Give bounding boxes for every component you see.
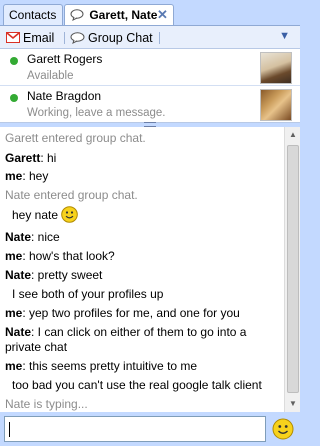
chat-transcript: Garett entered group chat. Garett: hi me… xyxy=(0,127,284,412)
sender-name: me xyxy=(5,249,23,263)
scroll-thumb[interactable] xyxy=(287,145,299,393)
tab-bar: Contacts Garett, Nate ✕ xyxy=(0,0,300,26)
tab-group-chat[interactable]: Garett, Nate ✕ xyxy=(64,4,174,26)
sender-name: me xyxy=(5,169,23,183)
participant-name: Nate Bragdon xyxy=(27,89,102,103)
toolbar: Email Group Chat ▼ xyxy=(0,25,300,49)
smiley-icon xyxy=(61,206,78,223)
system-message: Garett entered group chat. xyxy=(5,131,146,145)
typing-indicator: Nate is typing... xyxy=(5,397,88,411)
participant-status: Working, leave a message. xyxy=(27,107,166,119)
toolbar-divider xyxy=(64,32,65,44)
chat-message: me: this seems pretty intuitive to me xyxy=(5,359,280,374)
compose-area xyxy=(0,412,300,446)
message-text: : hi xyxy=(40,151,57,165)
message-text: hey nate xyxy=(12,208,59,222)
toolbar-divider xyxy=(159,32,160,44)
chat-message: Nate: pretty sweet xyxy=(5,268,280,283)
message-text: : how's that look? xyxy=(22,249,115,263)
message-text: private chat xyxy=(5,340,68,354)
chat-message: hey nate xyxy=(12,206,284,223)
chat-message: too bad you can't use the real google ta… xyxy=(12,378,284,393)
avatar[interactable] xyxy=(260,89,292,121)
participant-status: Available xyxy=(27,70,74,82)
message-text: : I can click on either of them to go in… xyxy=(31,325,247,339)
email-button[interactable]: Email xyxy=(6,29,54,47)
chat-message: Nate: I can click on either of them to g… xyxy=(5,325,280,340)
chat-bubble-icon xyxy=(70,7,84,27)
group-chat-button[interactable]: Group Chat xyxy=(70,29,153,47)
scroll-down-icon[interactable]: ▼ xyxy=(287,398,299,410)
chat-message: me: yep two profiles for me, and one for… xyxy=(5,306,280,321)
tab-contacts-label: Contacts xyxy=(9,8,57,22)
green-dot-icon xyxy=(10,94,18,102)
text-caret xyxy=(9,422,10,437)
participant-row[interactable]: Garett Rogers Available xyxy=(0,49,300,86)
triangle-down-icon[interactable]: ▼ xyxy=(279,30,290,42)
tab-contacts[interactable]: Contacts xyxy=(3,4,63,25)
chat-message: private chat xyxy=(5,340,280,355)
smiley-icon[interactable] xyxy=(272,418,294,440)
chat-bubble-icon xyxy=(70,32,85,44)
avatar[interactable] xyxy=(260,52,292,84)
participant-list: Garett Rogers Available Nate Bragdon Wor… xyxy=(0,49,300,123)
message-text: : hey xyxy=(22,169,49,183)
message-text: too bad you can't use the real google ta… xyxy=(12,378,262,392)
chat-message: I see both of your profiles up xyxy=(12,287,284,302)
message-text: : pretty sweet xyxy=(31,268,103,282)
participant-row[interactable]: Nate Bragdon Working, leave a message. xyxy=(0,86,300,123)
chat-message: me: how's that look? xyxy=(5,249,280,264)
sender-name: me xyxy=(5,359,23,373)
chat-message: Garett: hi xyxy=(5,151,280,166)
participant-name: Garett Rogers xyxy=(27,52,103,66)
chat-message: Nate: nice xyxy=(5,230,280,245)
green-dot-icon xyxy=(10,57,18,65)
sender-name: me xyxy=(5,306,23,320)
transcript-scrollbar[interactable]: ▲ ▼ xyxy=(284,127,300,412)
gmail-m-icon xyxy=(6,32,20,43)
tab-group-chat-label: Garett, Nate xyxy=(89,8,158,22)
sender-name: Nate xyxy=(5,268,32,282)
sender-name: Nate xyxy=(5,230,32,244)
sender-name: Nate xyxy=(5,325,32,339)
message-text: I see both of your profiles up xyxy=(12,287,164,301)
chat-message: me: hey xyxy=(5,169,280,184)
email-label: Email xyxy=(23,31,55,45)
message-text: : this seems pretty intuitive to me xyxy=(22,359,198,373)
message-text: : nice xyxy=(31,230,60,244)
scroll-up-icon[interactable]: ▲ xyxy=(287,129,299,141)
group-chat-label: Group Chat xyxy=(88,31,153,45)
message-input[interactable] xyxy=(4,416,266,442)
message-text: : yep two profiles for me, and one for y… xyxy=(22,306,240,320)
sender-name: Garett xyxy=(5,151,41,165)
close-icon[interactable]: ✕ xyxy=(156,8,169,22)
chat-window: Contacts Garett, Nate ✕ Email Group Chat… xyxy=(0,0,300,446)
system-message: Nate entered group chat. xyxy=(5,188,138,202)
